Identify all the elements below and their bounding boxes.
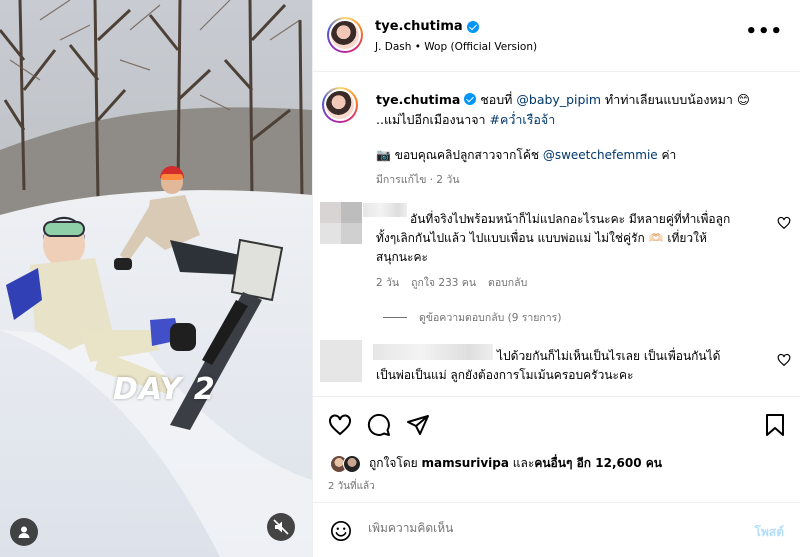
post-header: tye.chutima J. Dash • Wop (Official Vers… xyxy=(313,0,800,72)
likes-suffix: และ xyxy=(508,456,535,470)
caption-username[interactable]: tye.chutima xyxy=(376,92,460,107)
comment-text-line: สนุกนะคะ xyxy=(376,250,428,264)
snowboard-video-frame xyxy=(0,0,312,557)
user-icon xyxy=(18,526,30,538)
view-replies-button[interactable]: ดูข้อความตอบกลับ (9 รายการ) xyxy=(383,309,561,326)
comment-likes[interactable]: ถูกใจ 233 คน xyxy=(411,274,476,291)
like-heart-icon[interactable] xyxy=(328,413,352,437)
caption-text-1: ชอบที่ xyxy=(480,92,517,107)
post-caption: tye.chutima ชอบที่ @baby_pipim ทำท่าเลีย… xyxy=(376,90,776,130)
liker-avatars[interactable] xyxy=(330,454,361,473)
comment-age: 2 วัน xyxy=(376,277,400,289)
verified-badge-icon xyxy=(466,20,479,33)
caption-thanks-prefix: 📷 ขอบคุณคลิปลูกสาวจากโค้ช xyxy=(376,148,543,162)
caption-credits: 📷 ขอบคุณคลิปลูกสาวจากโค้ช @sweetchefemmi… xyxy=(376,146,676,165)
caption-author-avatar[interactable] xyxy=(322,87,358,123)
caption-text-3: ..แม่ไปอีกเมืองนาจา xyxy=(376,112,490,127)
comment-composer: โพสต์ xyxy=(312,502,800,557)
caption-mention-2[interactable]: @sweetchefemmie xyxy=(543,148,658,162)
likes-prefix: ถูกใจโดย xyxy=(369,456,422,470)
save-bookmark-icon[interactable] xyxy=(764,413,786,437)
likes-others[interactable]: คนอื่นๆ อีก 12,600 คน xyxy=(534,456,662,470)
comment-username-redacted[interactable] xyxy=(363,203,407,217)
verified-badge-icon xyxy=(464,93,477,105)
caption-hashtag[interactable]: #คว่ำเรือจ้า xyxy=(490,112,556,127)
comment-text-line: ไปด้วยกันก็ไม่เห็นเป็นไรเลย เป็นเพื่อนกั… xyxy=(497,349,721,363)
more-options-button[interactable]: ••• xyxy=(745,23,783,41)
author-username-text[interactable]: tye.chutima xyxy=(375,19,463,34)
video-overlay-text: DAY 2 xyxy=(113,372,216,407)
post-actions xyxy=(312,396,800,488)
comment-avatar[interactable] xyxy=(320,202,362,244)
post-comment-button[interactable]: โพสต์ xyxy=(755,523,784,542)
mute-button[interactable] xyxy=(267,513,295,541)
liker-avatar[interactable] xyxy=(343,454,361,473)
likes-text: ถูกใจโดย mamsurivipa และคนอื่นๆ อีก 12,6… xyxy=(369,454,662,473)
post-timestamp[interactable]: 2 วันที่แล้ว xyxy=(328,479,375,494)
comment-meta: 2 วัน ถูกใจ 233 คน ตอบกลับ xyxy=(376,274,527,291)
tagged-users-button[interactable] xyxy=(10,518,38,546)
comment-like-heart-icon[interactable] xyxy=(777,353,791,367)
comment-reply-button[interactable]: ตอบกลับ xyxy=(488,274,527,291)
comment-text-line: เป็นพ่อเป็นแม่ ลูกยังต้องการโมเม้นครอบคร… xyxy=(376,368,634,382)
emoji-icon[interactable] xyxy=(330,520,352,542)
likes-summary: ถูกใจโดย mamsurivipa และคนอื่นๆ อีก 12,6… xyxy=(330,454,662,473)
likes-username[interactable]: mamsurivipa xyxy=(422,456,509,470)
caption-meta: มีการแก้ไข · 2 วัน xyxy=(376,174,460,186)
audio-track-link[interactable]: J. Dash • Wop (Official Version) xyxy=(375,41,537,53)
author-username[interactable]: tye.chutima xyxy=(375,19,479,34)
comment-like-heart-icon[interactable] xyxy=(777,216,791,230)
post-dialog: DAY 2 tye.chutima J. Dash • Wop (Officia… xyxy=(0,0,800,557)
post-media[interactable]: DAY 2 xyxy=(0,0,312,557)
view-replies-label[interactable]: ดูข้อความตอบกลับ (9 รายการ) xyxy=(419,309,561,326)
comment-avatar[interactable] xyxy=(320,340,362,382)
author-avatar[interactable] xyxy=(327,17,363,53)
comment-text-line: ทั้งๆเลิกกันไปแล้ว ไปแบบเพื่อน แบบพ่อแม่… xyxy=(376,231,707,245)
comment-username-redacted[interactable] xyxy=(373,344,493,360)
share-send-icon[interactable] xyxy=(406,413,430,437)
caption-thanks-suffix: ค่า xyxy=(657,148,677,162)
comment-text-line: อันที่จริงไปพร้อมหน้าก็ไม่แปลกอะไรนะคะ ม… xyxy=(410,212,731,226)
caption-text-2: ทำท่าเลียนแบบน้องหมา 😊 xyxy=(601,92,750,107)
caption-mention-1[interactable]: @baby_pipim xyxy=(516,92,601,107)
comment-input[interactable] xyxy=(368,521,718,535)
comment-bubble-icon[interactable] xyxy=(367,413,391,437)
view-replies-divider xyxy=(383,317,407,318)
speaker-muted-icon xyxy=(273,519,289,535)
